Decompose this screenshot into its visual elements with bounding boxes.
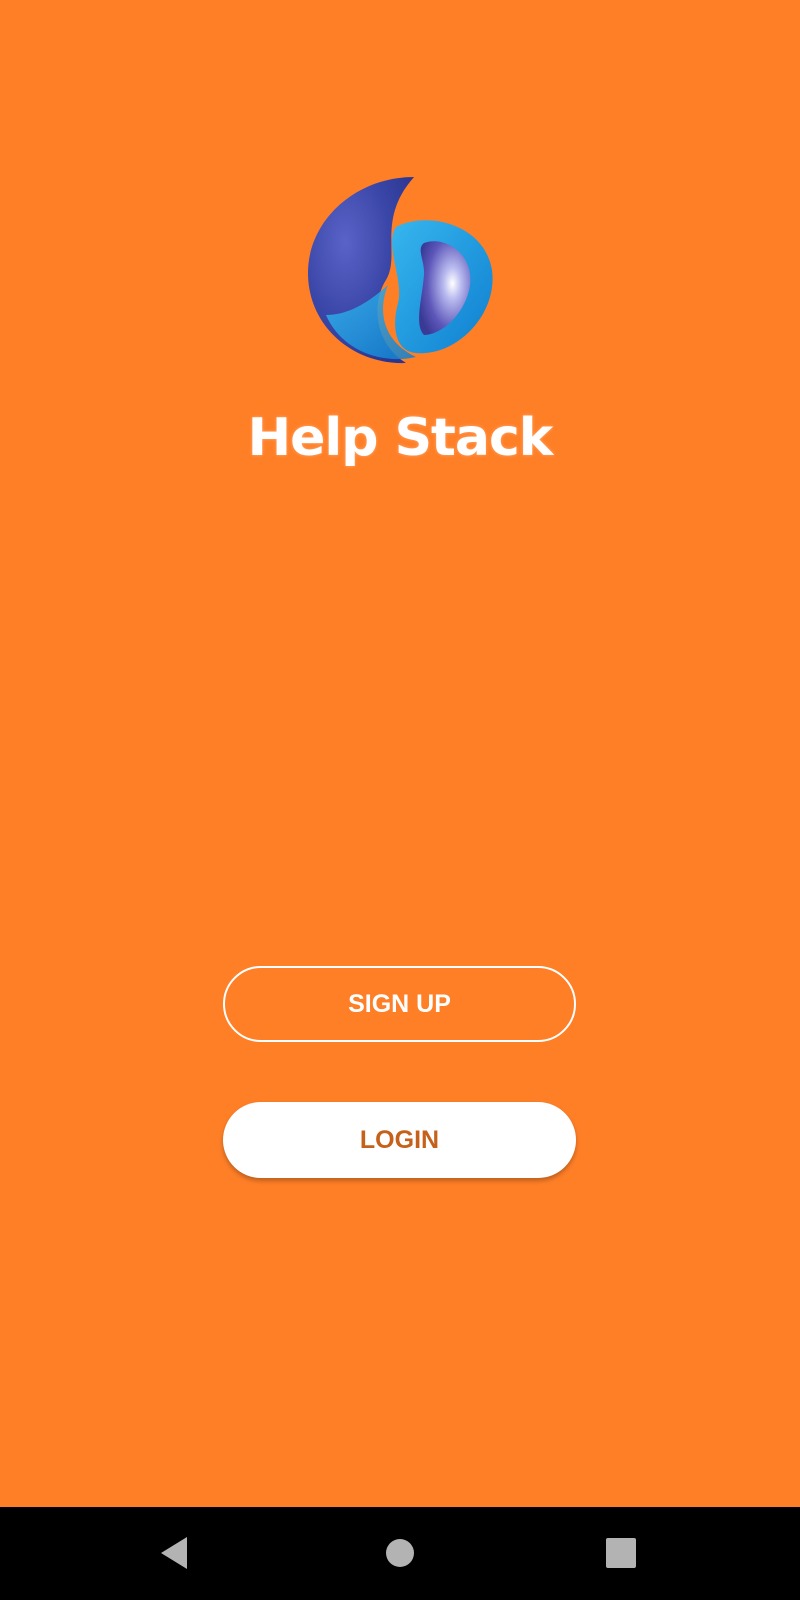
back-icon (161, 1537, 187, 1569)
app-title: Help Stack (247, 408, 554, 468)
system-nav-bar (0, 1507, 800, 1600)
nav-home-button[interactable] (370, 1527, 430, 1579)
nav-recents-button[interactable] (591, 1527, 651, 1579)
recents-icon (606, 1538, 636, 1568)
sign-up-button[interactable]: SIGN UP (223, 966, 576, 1042)
welcome-screen: Help Stack SIGN UP LOGIN (0, 0, 800, 1507)
nav-back-button[interactable] (146, 1527, 206, 1579)
app-logo-icon (306, 175, 494, 365)
home-icon (386, 1539, 414, 1567)
sign-up-label: SIGN UP (348, 989, 451, 1018)
login-label: LOGIN (359, 1125, 440, 1154)
login-button[interactable]: LOGIN (223, 1102, 576, 1178)
